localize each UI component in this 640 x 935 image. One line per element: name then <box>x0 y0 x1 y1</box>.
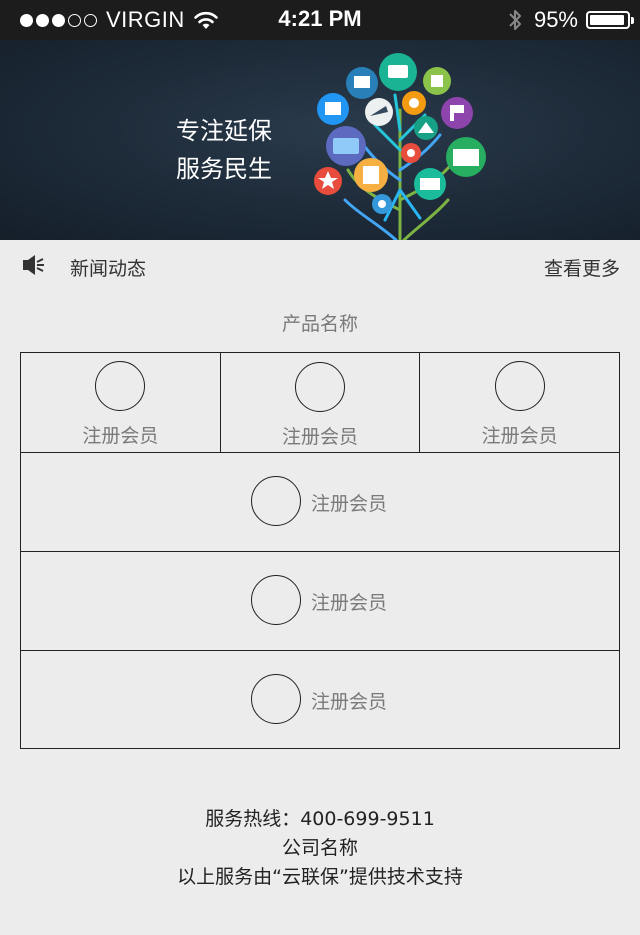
news-label: 新闻动态 <box>70 258 147 280</box>
tree-of-service-icons <box>314 53 486 240</box>
battery-cap <box>631 17 634 24</box>
product-cell-label: 注册会员 <box>282 426 359 448</box>
footer: 服务热线：400-699-9511 公司名称 以上服务由“云联保”提供技术支持 <box>0 805 640 892</box>
speaker-icon <box>23 255 44 275</box>
product-circle-icon <box>251 476 301 526</box>
product-row[interactable]: 注册会员 <box>21 452 619 552</box>
service-hotline: 服务热线：400-699-9511 <box>205 808 435 830</box>
product-row-label: 注册会员 <box>311 691 388 713</box>
banner-slogan: 专注延保 服务民生 <box>176 112 272 188</box>
hero-banner[interactable]: 专注延保 服务民生 <box>0 40 640 240</box>
product-circle-icon <box>251 575 301 625</box>
battery-icon <box>586 11 634 29</box>
tech-support-note: 以上服务由“云联保”提供技术支持 <box>177 866 463 888</box>
product-cell[interactable]: 注册会员 <box>21 353 221 452</box>
product-circle-icon <box>295 362 345 412</box>
product-row-label: 注册会员 <box>311 592 388 614</box>
product-circle-icon <box>95 361 146 411</box>
banner-line-2: 服务民生 <box>176 155 272 183</box>
bluetooth-icon <box>509 10 521 30</box>
news-bar[interactable]: 新闻动态 查看更多 <box>0 240 640 290</box>
battery-percent: 95% <box>533 7 578 32</box>
product-grid: 注册会员 注册会员 注册会员 注册会员 注册会员 注册会员 <box>20 352 620 749</box>
banner-line-1: 专注延保 <box>176 117 272 145</box>
product-circle-icon <box>494 361 545 411</box>
status-bar: VIRGIN 4:21 PM 95% <box>0 0 640 40</box>
status-right: 95% <box>508 7 634 33</box>
battery-fill <box>590 15 624 25</box>
product-cell[interactable]: 注册会员 <box>221 353 421 452</box>
product-title: 产品名称 <box>281 313 358 335</box>
company-name: 公司名称 <box>281 837 358 859</box>
product-top-row: 注册会员 注册会员 注册会员 <box>21 353 619 453</box>
product-circle-icon <box>251 674 301 724</box>
product-row[interactable]: 注册会员 <box>21 551 619 651</box>
view-more-link[interactable]: 查看更多 <box>544 254 620 281</box>
product-cell-label: 注册会员 <box>82 425 159 447</box>
product-row[interactable]: 注册会员 <box>21 650 619 749</box>
product-row-label: 注册会员 <box>311 493 388 515</box>
product-cell[interactable]: 注册会员 <box>420 353 619 452</box>
product-cell-label: 注册会员 <box>481 425 558 447</box>
